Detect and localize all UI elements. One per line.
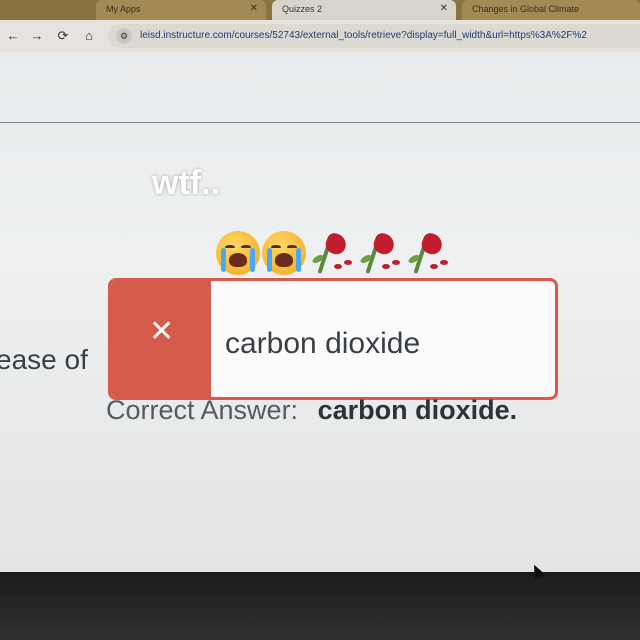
overlay-caption: wtf.. <box>152 164 220 202</box>
back-arrow-icon[interactable]: ← <box>4 27 22 45</box>
wilted-rose-icon <box>308 230 354 276</box>
close-icon[interactable]: ✕ <box>250 3 258 14</box>
correct-answer-label: Correct Answer: <box>106 395 299 425</box>
tab-title: Quizzes 2 <box>282 4 323 14</box>
forward-arrow-icon[interactable]: → <box>28 27 46 45</box>
tab-my-apps[interactable]: My Apps ✕ <box>96 0 266 20</box>
question-text-fragment: ease of <box>0 344 88 375</box>
divider <box>0 122 640 123</box>
laptop-bezel <box>0 572 640 640</box>
address-bar[interactable]: ⚙ leisd.instructure.com/courses/52743/ex… <box>108 24 640 48</box>
site-info-icon[interactable]: ⚙ <box>116 28 132 44</box>
close-icon[interactable]: ✕ <box>440 3 448 14</box>
emoji-row <box>216 230 450 276</box>
tab-changes-global-climate[interactable]: Changes in Global Climate <box>462 0 640 20</box>
submitted-answer-field: ✕ carbon dioxide <box>108 278 558 400</box>
incorrect-badge: ✕ <box>111 281 211 397</box>
crying-face-icon <box>216 231 260 275</box>
tab-title: My Apps <box>106 4 141 14</box>
home-icon[interactable]: ⌂ <box>80 27 98 45</box>
reload-icon[interactable]: ⟳ <box>54 27 72 45</box>
quiz-page: wtf.. ease of ✕ carbon dioxide Correct A… <box>0 52 640 572</box>
correct-answer-value: carbon dioxide. <box>317 395 518 425</box>
url-text: leisd.instructure.com/courses/52743/exte… <box>140 30 587 41</box>
browser-toolbar: ← → ⟳ ⌂ ⚙ leisd.instructure.com/courses/… <box>0 20 640 52</box>
tab-quizzes[interactable]: Quizzes 2 ✕ <box>272 0 456 20</box>
x-icon: ✕ <box>149 315 175 348</box>
wilted-rose-icon <box>404 230 450 276</box>
crying-face-icon <box>262 231 306 275</box>
tab-bar: My Apps ✕ Quizzes 2 ✕ Changes in Global … <box>0 0 640 22</box>
tab-title: Changes in Global Climate <box>472 4 580 14</box>
wilted-rose-icon <box>356 230 402 276</box>
submitted-answer-value: carbon dioxide <box>225 327 421 360</box>
correct-answer-line: Correct Answer: carbon dioxide. <box>106 395 517 426</box>
